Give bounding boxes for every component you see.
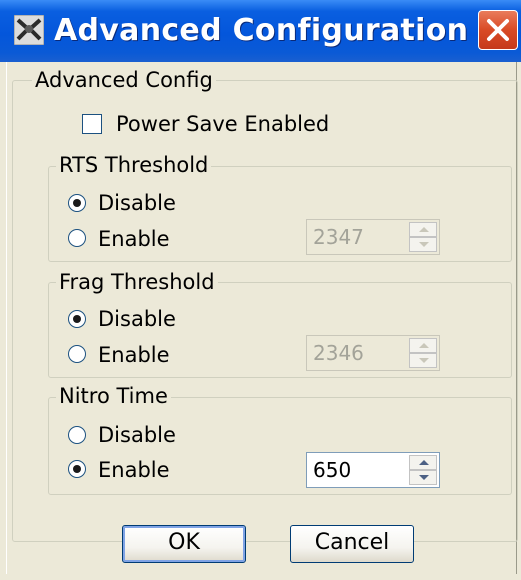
rts-spin-down-button[interactable] — [409, 237, 437, 252]
advanced-configuration-dialog: Advanced Configuration Advanced Config P… — [0, 0, 521, 580]
nitro-disable-label[interactable]: Disable — [98, 423, 176, 447]
rts-spin-up-button[interactable] — [409, 222, 437, 237]
rts-enable-label[interactable]: Enable — [98, 227, 170, 251]
frag-threshold-label: Frag Threshold — [56, 270, 218, 294]
power-save-label[interactable]: Power Save Enabled — [116, 112, 329, 136]
frag-spin-up-button[interactable] — [409, 338, 437, 353]
nitro-spin-up-button[interactable] — [409, 455, 437, 470]
window-title: Advanced Configuration — [54, 13, 469, 48]
frag-enable-label[interactable]: Enable — [98, 343, 170, 367]
arrow-up-icon — [419, 460, 429, 465]
cancel-button[interactable]: Cancel — [290, 525, 414, 563]
frag-threshold-value: 2346 — [313, 341, 364, 365]
app-logo-icon — [14, 15, 44, 45]
nitro-disable-radio[interactable] — [68, 426, 86, 444]
rts-threshold-label: RTS Threshold — [56, 153, 212, 177]
nitro-spin-down-button[interactable] — [409, 470, 437, 485]
nitro-enable-radio[interactable] — [68, 460, 86, 478]
frag-spin-down-button[interactable] — [409, 353, 437, 368]
arrow-down-icon — [419, 358, 429, 363]
rts-threshold-value: 2347 — [313, 225, 364, 249]
nitro-time-label: Nitro Time — [56, 384, 171, 408]
close-button[interactable] — [478, 10, 518, 50]
frag-threshold-spinner[interactable]: 2346 — [306, 335, 440, 371]
nitro-enable-label[interactable]: Enable — [98, 458, 170, 482]
arrow-down-icon — [419, 242, 429, 247]
rts-disable-label[interactable]: Disable — [98, 191, 176, 215]
arrow-down-icon — [419, 475, 429, 480]
ok-button[interactable]: OK — [122, 525, 246, 563]
rts-enable-radio[interactable] — [68, 229, 86, 247]
close-icon — [487, 19, 509, 41]
rts-threshold-spinner[interactable]: 2347 — [306, 219, 440, 255]
nitro-time-value[interactable]: 650 — [313, 458, 351, 482]
power-save-checkbox[interactable] — [82, 114, 102, 134]
title-bar[interactable]: Advanced Configuration — [0, 0, 521, 62]
arrow-up-icon — [419, 343, 429, 348]
rts-disable-radio[interactable] — [68, 194, 86, 212]
frag-enable-radio[interactable] — [68, 345, 86, 363]
frag-disable-label[interactable]: Disable — [98, 307, 176, 331]
nitro-time-spinner[interactable]: 650 — [306, 452, 440, 488]
advanced-config-label: Advanced Config — [32, 68, 216, 92]
frag-disable-radio[interactable] — [68, 310, 86, 328]
arrow-up-icon — [419, 227, 429, 232]
